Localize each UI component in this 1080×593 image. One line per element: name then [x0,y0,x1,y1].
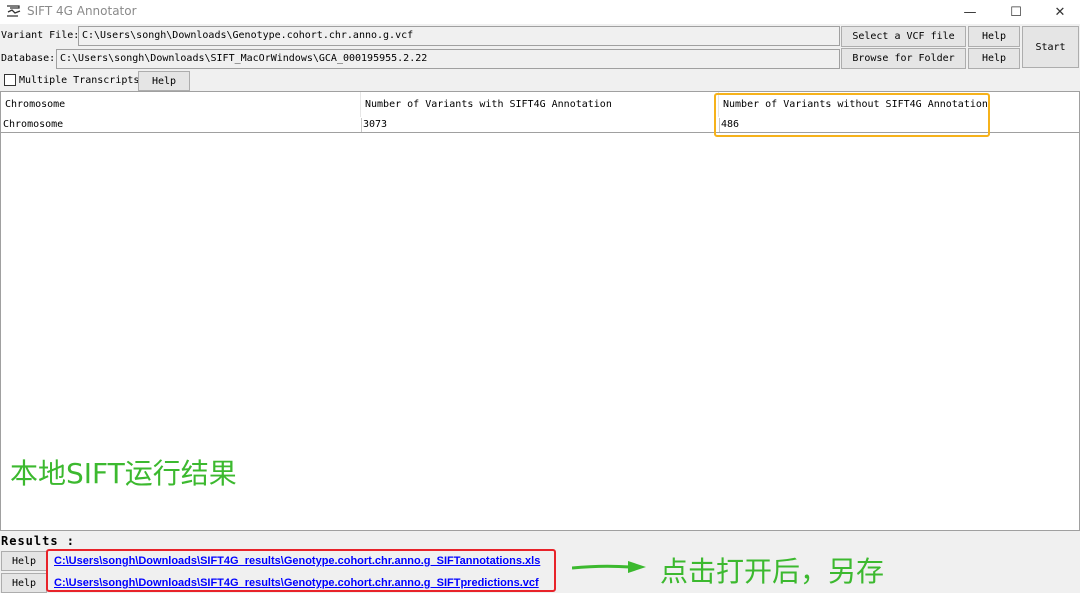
transcripts-help-button[interactable]: Help [138,71,190,91]
select-vcf-button[interactable]: Select a VCF file [841,26,966,47]
highlight-box-orange [714,93,990,137]
column-header-chromosome[interactable]: Chromosome [1,92,361,117]
results-help-button-1[interactable]: Help [1,551,47,571]
arrow-right-icon [572,561,646,573]
window-title: SIFT 4G Annotator [27,4,137,18]
database-input[interactable]: C:\Users\songh\Downloads\SIFT_MacOrWindo… [56,49,840,69]
title-bar: SIFT 4G Annotator — ☐ ✕ [0,0,1080,24]
start-button[interactable]: Start [1022,26,1079,68]
column-header-with-annotation[interactable]: Number of Variants with SIFT4G Annotatio… [361,92,719,117]
results-title: Results : [1,534,76,548]
database-label: Database: [1,53,56,64]
annotation-open-save: 点击打开后，另存 [660,555,885,588]
results-help-button-2[interactable]: Help [1,573,47,593]
minimize-button[interactable]: — [948,0,992,24]
maximize-button[interactable]: ☐ [994,0,1038,24]
database-help-button[interactable]: Help [968,48,1020,69]
close-button[interactable]: ✕ [1038,0,1080,24]
highlight-box-red [46,549,556,592]
variant-file-input[interactable]: C:\Users\songh\Downloads\Genotype.cohort… [78,26,840,46]
variant-file-label: Variant File: [1,30,80,41]
annotation-local-result: 本地SIFT运行结果 [10,457,237,490]
browse-folder-button[interactable]: Browse for Folder [841,48,966,69]
multiple-transcripts-checkbox[interactable] [4,74,16,86]
table-cell-chromosome: Chromosome [3,119,64,130]
multiple-transcripts-label: Multiple Transcripts [19,75,140,86]
table-cell-with-annotation: 3073 [363,119,388,130]
variant-help-button[interactable]: Help [968,26,1020,47]
app-icon [7,5,21,17]
